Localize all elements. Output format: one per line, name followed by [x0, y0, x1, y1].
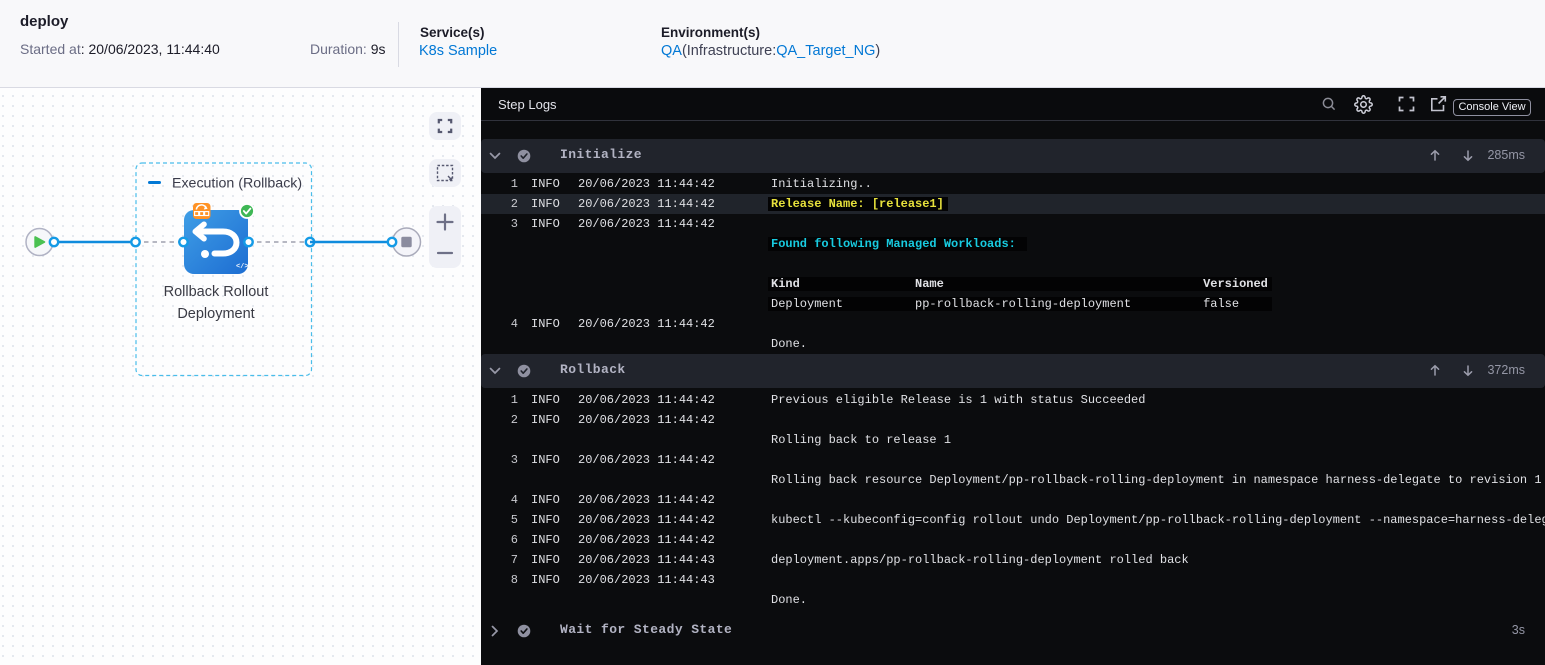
- svg-text:Execution (Rollback): Execution (Rollback): [172, 176, 302, 192]
- svg-text:</>: </>: [236, 263, 249, 271]
